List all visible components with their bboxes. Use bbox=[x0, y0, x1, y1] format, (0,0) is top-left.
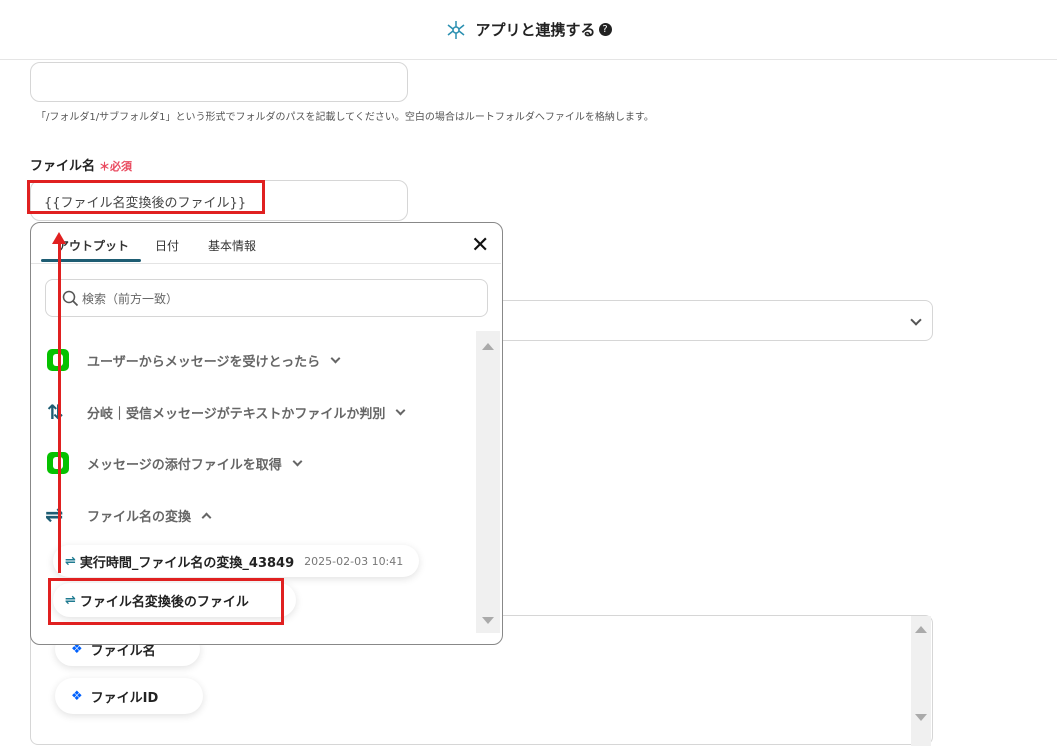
chevron-down-icon bbox=[292, 456, 303, 466]
header: アプリと連携する ? bbox=[0, 0, 1057, 60]
scrollbar[interactable] bbox=[476, 331, 500, 633]
divider bbox=[31, 263, 501, 264]
scrollbar[interactable] bbox=[911, 616, 931, 746]
background-select[interactable] bbox=[490, 300, 933, 341]
tab-date[interactable]: 日付 bbox=[155, 237, 179, 254]
app-link-icon bbox=[448, 20, 465, 39]
chevron-up-icon bbox=[201, 512, 212, 523]
annotation-arrowhead bbox=[52, 232, 66, 244]
tab-output[interactable]: アウトプット bbox=[57, 237, 129, 254]
convert-icon: ⇌ bbox=[65, 553, 76, 569]
folder-path-input[interactable] bbox=[30, 62, 408, 102]
required-badge: ＊必須 bbox=[99, 160, 133, 173]
folder-hint: 「/フォルダ1/サブフォルダ1」という形式でフォルダのパスを記載してください。空… bbox=[36, 112, 654, 123]
highlight-box bbox=[48, 578, 284, 625]
search-placeholder: 検索（前方一致） bbox=[82, 291, 179, 306]
search-input[interactable]: 検索（前方一致） bbox=[45, 279, 488, 317]
active-tab-indicator bbox=[41, 259, 141, 262]
annotation-arrow bbox=[58, 240, 61, 573]
pill-file-id[interactable]: ❖ ファイルID bbox=[55, 678, 203, 714]
file-name-label: ファイル名 ＊必須 bbox=[30, 159, 133, 174]
list-item[interactable]: ⇌ ファイル名の変換 bbox=[45, 503, 212, 528]
highlight-box bbox=[27, 180, 265, 214]
page-title: アプリと連携する bbox=[475, 21, 596, 39]
close-icon[interactable]: ✕ bbox=[471, 233, 489, 258]
list-item[interactable]: メッセージの添付ファイルを取得 bbox=[47, 452, 303, 474]
output-item[interactable]: ⇌ 実行時間_ファイル名の変換_43849 2025-02-03 10:41 bbox=[53, 545, 419, 577]
dropbox-icon: ❖ bbox=[71, 688, 83, 704]
tab-basic-info[interactable]: 基本情報 bbox=[208, 237, 256, 254]
search-icon bbox=[62, 290, 79, 307]
list-item[interactable]: ユーザーからメッセージを受けとったら bbox=[47, 349, 341, 371]
chevron-down-icon bbox=[395, 405, 406, 415]
list-item[interactable]: ⇅ 分岐｜受信メッセージがテキストかファイルか判別 bbox=[47, 400, 406, 424]
chevron-down-icon bbox=[330, 353, 341, 363]
chevron-down-icon bbox=[910, 314, 922, 326]
help-icon[interactable]: ? bbox=[598, 23, 612, 36]
